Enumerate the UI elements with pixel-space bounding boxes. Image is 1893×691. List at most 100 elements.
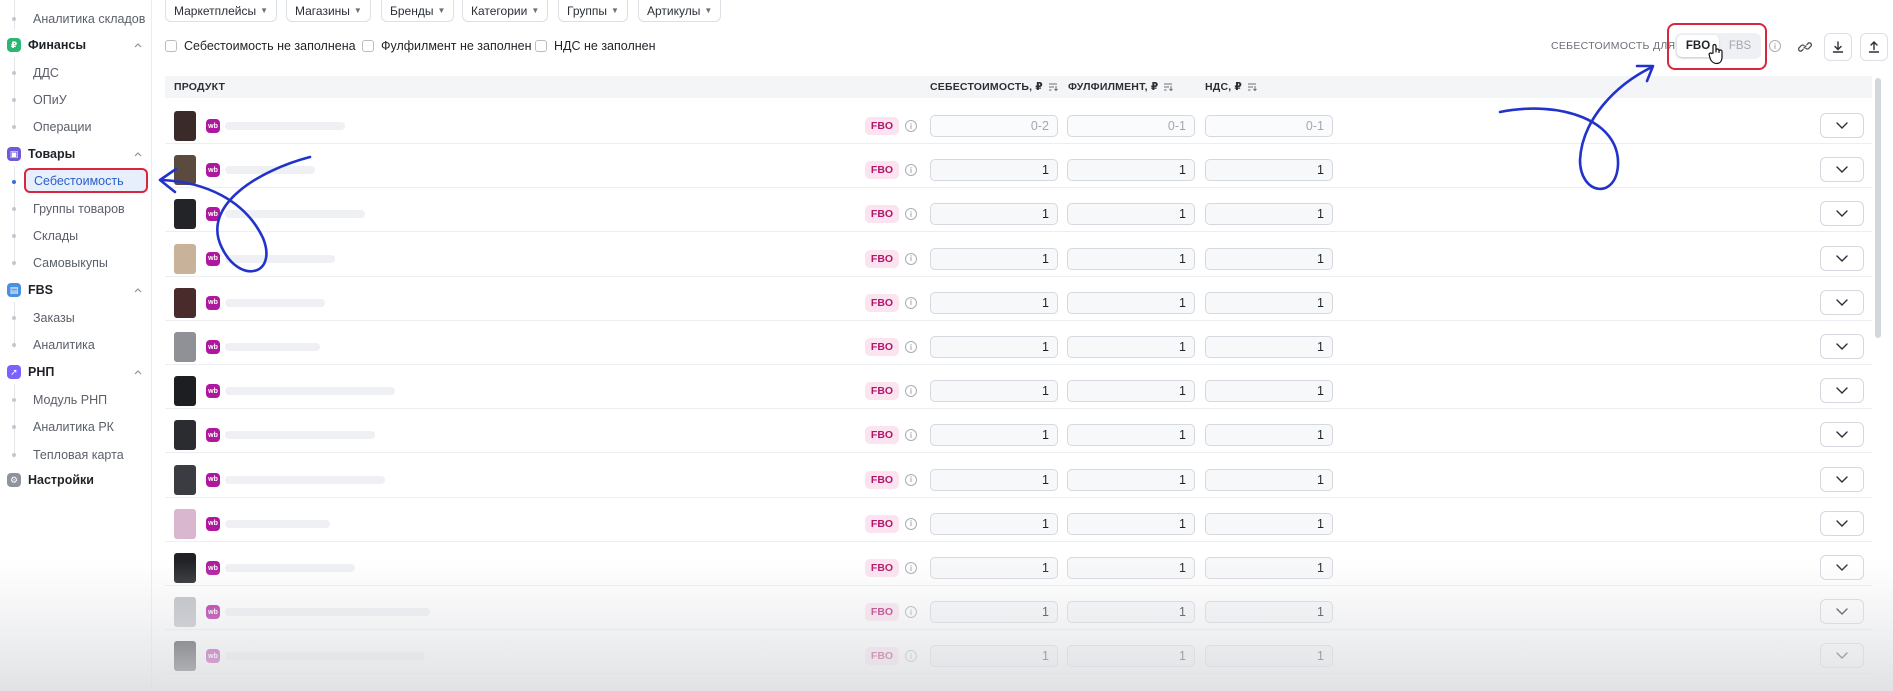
checkbox-box[interactable] [165,40,177,52]
filter-marketplaces[interactable]: Маркетплейсы ▼ [165,0,278,22]
fulfillment-input[interactable]: 1 [1067,203,1195,226]
sidebar-item-operations[interactable]: Операции [33,120,91,134]
fulfillment-input[interactable]: 1 [1067,291,1195,314]
checkbox-box[interactable] [362,40,374,52]
checkbox-box[interactable] [535,40,547,52]
expand-row-button[interactable] [1820,201,1864,227]
info-icon[interactable]: i [905,296,917,309]
fulfillment-input[interactable]: 1 [1067,645,1195,668]
info-icon[interactable]: i [905,650,917,663]
filter-categories[interactable]: Категории ▼ [462,0,549,22]
filter-shops[interactable]: Магазины ▼ [286,0,371,22]
filter-brands[interactable]: Бренды ▼ [381,0,455,22]
cost-input[interactable]: 1 [930,291,1058,314]
sidebar-item-dds[interactable]: ДДС [33,66,59,80]
product-thumbnail[interactable] [174,641,196,672]
info-icon[interactable]: i [905,473,917,486]
info-icon[interactable]: i [905,562,917,574]
product-thumbnail[interactable] [174,155,196,186]
vat-input[interactable]: 1 [1205,247,1333,270]
expand-row-button[interactable] [1820,422,1864,448]
sidebar-item-orders[interactable]: Заказы [33,311,75,325]
vat-input[interactable]: 1 [1205,512,1333,535]
scrollbar[interactable] [1875,78,1881,338]
product-thumbnail[interactable] [174,287,196,318]
filter-groups[interactable]: Группы ▼ [558,0,628,22]
fulfillment-input[interactable]: 1 [1067,380,1195,403]
expand-row-button[interactable] [1820,643,1864,669]
chevron-up-icon[interactable] [133,149,143,159]
info-icon[interactable]: i [905,606,917,619]
sidebar-item-warehouses[interactable]: Склады [33,229,78,243]
vat-input[interactable]: 1 [1205,336,1333,358]
cost-input[interactable]: 1 [930,645,1058,668]
info-icon[interactable]: i [905,252,917,265]
cost-input[interactable]: 1 [930,468,1058,491]
chevron-up-icon[interactable] [133,367,143,377]
fulfillment-input[interactable]: 1 [1067,336,1195,358]
cost-input[interactable]: 1 [930,203,1058,226]
sidebar-group-goods[interactable]: ▣ Товары [7,144,143,164]
sidebar-item-product-groups[interactable]: Группы товаров [33,202,125,216]
product-thumbnail[interactable] [174,111,196,141]
info-icon[interactable]: i [905,208,917,221]
info-icon[interactable]: i [905,385,917,398]
product-thumbnail[interactable] [174,420,196,451]
expand-row-button[interactable] [1820,510,1864,536]
column-fulfillment[interactable]: ФУЛФИЛМЕНТ, ₽ [1068,81,1174,93]
cost-input[interactable]: 1 [930,601,1058,624]
product-thumbnail[interactable] [174,553,196,583]
info-icon[interactable]: i [905,517,917,530]
vat-input[interactable]: 1 [1205,203,1333,226]
sidebar-group-rnp[interactable]: ➚ РНП [7,362,143,382]
checkbox-fulfillment-empty[interactable]: Фулфилмент не заполнен [362,39,532,53]
sidebar-group-fbs[interactable]: ▤ FBS [7,280,143,300]
cost-input[interactable]: 1 [930,512,1058,535]
vat-input[interactable]: 1 [1205,159,1333,182]
vat-input[interactable]: 1 [1205,424,1333,447]
info-icon[interactable]: i [905,120,917,132]
product-thumbnail[interactable] [174,199,196,230]
fulfillment-input[interactable]: 1 [1067,601,1195,624]
expand-row-button[interactable] [1820,555,1864,580]
vat-input[interactable]: 0-1 [1205,115,1333,137]
fulfillment-input[interactable]: 1 [1067,247,1195,270]
vat-input[interactable]: 1 [1205,601,1333,624]
sidebar-item-ad-analytics[interactable]: Аналитика РК [33,420,114,434]
info-icon[interactable]: i [905,429,917,442]
expand-row-button[interactable] [1820,378,1864,404]
download-button[interactable] [1824,33,1852,61]
info-icon[interactable]: i [1769,40,1781,52]
product-thumbnail[interactable] [174,332,196,362]
vat-input[interactable]: 1 [1205,645,1333,668]
cost-input[interactable]: 1 [930,557,1058,579]
sidebar-group-settings[interactable]: ⚙ Настройки [7,470,143,490]
expand-row-button[interactable] [1820,599,1864,625]
cost-input[interactable]: 1 [930,380,1058,403]
vat-input[interactable]: 1 [1205,557,1333,579]
product-thumbnail[interactable] [174,376,196,407]
expand-row-button[interactable] [1820,245,1864,271]
filter-articles[interactable]: Артикулы ▼ [638,0,722,22]
chevron-up-icon[interactable] [133,40,143,50]
expand-row-button[interactable] [1820,334,1864,359]
cost-input[interactable]: 1 [930,159,1058,182]
product-thumbnail[interactable] [174,508,196,539]
toggle-fbs[interactable]: FBS [1721,35,1759,57]
fulfillment-input[interactable]: 1 [1067,468,1195,491]
sidebar-group-finance[interactable]: ₽ Финансы [7,35,143,55]
upload-button[interactable] [1860,33,1888,61]
expand-row-button[interactable] [1820,113,1864,138]
column-cost[interactable]: СЕБЕСТОИМОСТЬ, ₽ [930,81,1058,93]
cost-input[interactable]: 1 [930,247,1058,270]
sidebar-item-self-buyouts[interactable]: Самовыкупы [33,256,108,270]
chevron-up-icon[interactable] [133,285,143,295]
info-icon[interactable]: i [905,164,917,177]
vat-input[interactable]: 1 [1205,468,1333,491]
product-thumbnail[interactable] [174,464,196,495]
expand-row-button[interactable] [1820,289,1864,315]
column-vat[interactable]: НДС, ₽ [1205,81,1257,93]
product-thumbnail[interactable] [174,243,196,274]
vat-input[interactable]: 1 [1205,291,1333,314]
sidebar-item-opiu[interactable]: ОПиУ [33,93,67,107]
